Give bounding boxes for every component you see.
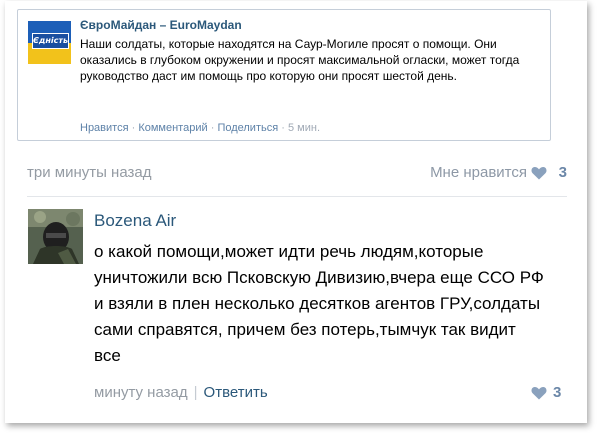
embedded-post-text: Наши солдаты, которые находятся на Саур-… <box>80 37 520 83</box>
heart-icon <box>531 386 547 400</box>
post-meta-row: три минуты назад Мне нравится 3 <box>27 164 567 184</box>
group-avatar[interactable]: Єдність <box>28 21 71 64</box>
group-logo: Єдність <box>32 33 69 49</box>
comment-time[interactable]: минуту назад <box>94 384 188 401</box>
embed-share-link[interactable]: Поделиться <box>217 122 278 134</box>
divider <box>27 196 567 197</box>
like-count: 3 <box>558 164 567 181</box>
comment-footer: минуту назад | Ответить <box>94 384 268 401</box>
embed-time: 5 мин. <box>287 122 320 134</box>
comment-like-button[interactable]: 3 <box>531 383 571 403</box>
like-button[interactable]: Мне нравится <box>430 164 527 181</box>
comment-text: о какой помощи,может идти речь людям,кот… <box>94 242 544 365</box>
avatar[interactable] <box>28 209 83 264</box>
screenshot-frame: Єдність ЄвроМайдан – EuroMaydan Наши сол… <box>5 1 587 423</box>
separator-dot: · <box>210 122 215 134</box>
post-time[interactable]: три минуты назад <box>27 164 151 181</box>
embed-like-link[interactable]: Нравится <box>80 122 129 134</box>
separator-dot: · <box>131 122 136 134</box>
group-title-link[interactable]: ЄвроМайдан – EuroMaydan <box>80 18 242 32</box>
embedded-post-actions: Нравится · Комментарий · Поделиться · 5 … <box>80 122 320 134</box>
like-label: Мне нравится <box>430 164 527 181</box>
reply-link[interactable]: Ответить <box>204 384 268 401</box>
heart-icon[interactable] <box>531 166 547 184</box>
separator-dot: · <box>281 122 285 134</box>
comment-like-count: 3 <box>553 384 562 401</box>
embed-comment-link[interactable]: Комментарий <box>138 122 207 134</box>
comment-author-link[interactable]: Bozena Air <box>94 211 176 231</box>
separator: | <box>193 384 198 401</box>
embedded-post: Єдність ЄвроМайдан – EuroMaydan Наши сол… <box>17 9 551 141</box>
